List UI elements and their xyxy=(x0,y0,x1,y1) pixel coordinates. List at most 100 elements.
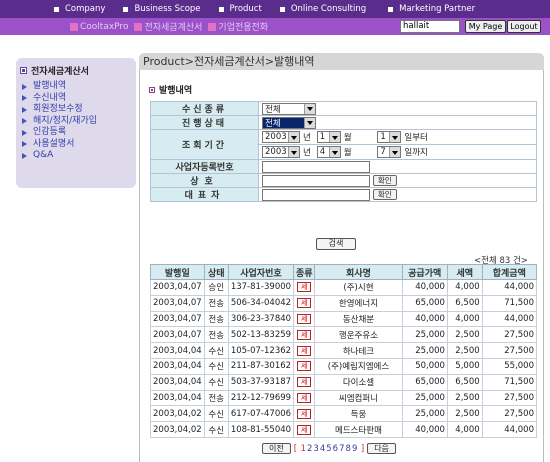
company-confirm-button[interactable]: 확인 xyxy=(372,175,397,186)
company-cell: 한영에너지 xyxy=(314,294,403,312)
page-link[interactable]: 5 xyxy=(326,444,331,454)
from-year-select[interactable]: 2003 xyxy=(262,131,300,143)
page-link[interactable]: 9 xyxy=(352,444,357,454)
bizno-input[interactable] xyxy=(262,160,370,173)
page-links: 123456789 xyxy=(300,444,358,454)
select-value: 1 xyxy=(319,132,326,142)
tax-badge-icon[interactable]: 세 xyxy=(297,424,312,435)
search-button[interactable]: 검색 xyxy=(316,238,356,250)
nav-online-consulting[interactable]: Online Consulting xyxy=(279,4,366,14)
table-row[interactable]: 2003,04,04 수신 211-87-30162 세 (주)예림지엠에스 50,000… xyxy=(150,357,538,375)
subnav-cooltaxpro[interactable]: CooltaxPro xyxy=(70,22,128,32)
total-cell: 71,500 xyxy=(481,294,538,312)
username-field[interactable]: hallait xyxy=(400,20,460,33)
chevron-down-icon xyxy=(304,117,315,128)
status-cell: 수신 xyxy=(203,421,229,438)
page-link[interactable]: 7 xyxy=(339,444,344,454)
table-row[interactable]: 2003,04,02 수신 108-81-55040 세 메드스타판매 40,000 4,0… xyxy=(150,421,538,438)
supply-amount-cell: 65,000 xyxy=(401,373,448,391)
bullet-icon xyxy=(54,6,59,12)
select-value: 2003 xyxy=(265,132,287,142)
sub-nav: CooltaxPro 전자세금계산서 기업전용전화 hallait My Pag… xyxy=(0,18,550,35)
tax-badge-icon[interactable]: 세 xyxy=(297,298,312,309)
tax-cell: 2,500 xyxy=(446,389,483,407)
to-month-select[interactable]: 4 xyxy=(316,146,341,158)
type-cell: 세 xyxy=(293,357,316,375)
table-row[interactable]: 2003,04,04 수신 105-07-12362 세 하나테크 25,000 2,500… xyxy=(150,342,538,359)
ceo-input[interactable] xyxy=(262,188,370,201)
from-month-select[interactable]: 1 xyxy=(316,131,341,143)
company-cell: 행운주유소 xyxy=(314,326,403,344)
tax-badge-icon[interactable]: 세 xyxy=(297,329,312,340)
tax-badge-icon[interactable]: 세 xyxy=(297,377,312,388)
sidebar-item-label: 발행내역 xyxy=(33,81,67,91)
sidebar-item-edit-member[interactable]: 회원정보수정 xyxy=(20,104,132,116)
total-cell: 44,000 xyxy=(481,279,538,296)
next-button[interactable]: 다음 xyxy=(367,443,396,454)
table-row[interactable]: 2003,04,07 전송 502-13-83259 세 행운주유소 25,000 2,50… xyxy=(150,326,538,344)
nav-company[interactable]: Company xyxy=(54,4,105,14)
to-day-select[interactable]: 7 xyxy=(377,146,402,158)
to-year-select[interactable]: 2003 xyxy=(262,146,300,158)
issue-date-cell: 2003,04,04 xyxy=(150,389,205,407)
page-link[interactable]: 1 xyxy=(301,444,306,454)
type-cell: 세 xyxy=(293,294,316,312)
tax-badge-icon[interactable]: 세 xyxy=(297,361,312,372)
status-select[interactable]: 전체 xyxy=(262,116,316,129)
company-cell: 득웅 xyxy=(314,405,403,423)
table-row[interactable]: 2003,04,07 승인 137-81-39000 세 (주)시현 40,000 4,00… xyxy=(150,279,538,296)
receive-type-select[interactable]: 전체 xyxy=(262,102,316,115)
page-link[interactable]: 4 xyxy=(320,444,325,454)
sidebar-item-label: 해지/정지/재가입 xyxy=(33,115,98,126)
logout-button[interactable]: Logout xyxy=(507,20,541,33)
status-cell: 수신 xyxy=(203,405,229,423)
sidebar-item-received[interactable]: 수신내역 xyxy=(20,93,132,105)
supply-amount-cell: 40,000 xyxy=(401,310,448,328)
col-header: 공급가액 xyxy=(401,264,448,280)
status-cell: 전송 xyxy=(203,294,229,312)
page-link[interactable]: 3 xyxy=(313,444,318,454)
bullet-icon xyxy=(279,6,285,12)
year-unit: 년 xyxy=(303,148,311,158)
sidebar-item-issued[interactable]: 발행내역 xyxy=(20,81,132,93)
arrow-right-icon xyxy=(22,152,27,159)
status-cell: 승인 xyxy=(203,279,229,296)
tax-badge-icon[interactable]: 세 xyxy=(297,408,312,419)
from-day-select[interactable]: 1 xyxy=(377,131,402,143)
company-input[interactable] xyxy=(262,174,370,187)
tax-badge-icon[interactable]: 세 xyxy=(297,345,312,356)
supply-amount-cell: 25,000 xyxy=(401,405,448,423)
table-row[interactable]: 2003,04,04 전송 212-12-79699 세 씨엠컴퍼니 25,000 2,50… xyxy=(150,389,538,407)
table-row[interactable]: 2003,04,04 수신 503-37-93187 세 다이소셀 65,000 6,500… xyxy=(150,373,538,391)
type-cell: 세 xyxy=(293,373,316,391)
nav-product[interactable]: Product xyxy=(218,4,262,14)
table-row[interactable]: 2003,04,02 수신 617-07-47006 세 득웅 25,000 2,500 27… xyxy=(150,405,538,423)
nav-marketing-partner[interactable]: Marketing Partner xyxy=(388,4,475,14)
page-link[interactable]: 2 xyxy=(307,444,312,454)
sidebar-item-manual[interactable]: 사용설명서 xyxy=(20,139,132,151)
sidebar-item-terminate[interactable]: 해지/정지/재가입 xyxy=(20,116,132,128)
subnav-e-tax-invoice[interactable]: 전자세금계산서 xyxy=(134,20,202,33)
table-row[interactable]: 2003,04,07 전송 506-34-04042 세 한영에너지 65,000 6,50… xyxy=(150,294,538,312)
table-row[interactable]: 2003,04,07 전송 306-23-37840 세 동산채분 40,000 4,000… xyxy=(150,310,538,328)
ceo-confirm-button[interactable]: 확인 xyxy=(372,189,397,200)
company-cell: 다이소셀 xyxy=(314,373,403,391)
page-link[interactable]: 8 xyxy=(346,444,351,454)
supply-amount-cell: 25,000 xyxy=(401,342,448,359)
status-cell: 수신 xyxy=(203,373,229,391)
my-page-button[interactable]: My Page xyxy=(465,20,506,33)
prev-button[interactable]: 이전 xyxy=(262,443,291,454)
tax-badge-icon[interactable]: 세 xyxy=(297,313,312,324)
tax-badge-icon[interactable]: 세 xyxy=(297,282,312,293)
sidebar-item-seal[interactable]: 인감등록 xyxy=(20,127,132,139)
select-value: 7 xyxy=(380,147,386,157)
chevron-down-icon xyxy=(389,147,401,157)
page-link[interactable]: 6 xyxy=(333,444,338,454)
subnav-business-phone[interactable]: 기업전용전화 xyxy=(208,20,268,33)
bizno-cell: 506-34-04042 xyxy=(227,294,295,312)
top-nav: Company Business Scope Product Online Co… xyxy=(0,0,550,18)
sidebar-item-qna[interactable]: Q&A xyxy=(20,150,132,162)
tax-badge-icon[interactable]: 세 xyxy=(297,392,312,403)
month-unit: 월 xyxy=(343,133,352,143)
nav-business-scope[interactable]: Business Scope xyxy=(123,4,201,14)
